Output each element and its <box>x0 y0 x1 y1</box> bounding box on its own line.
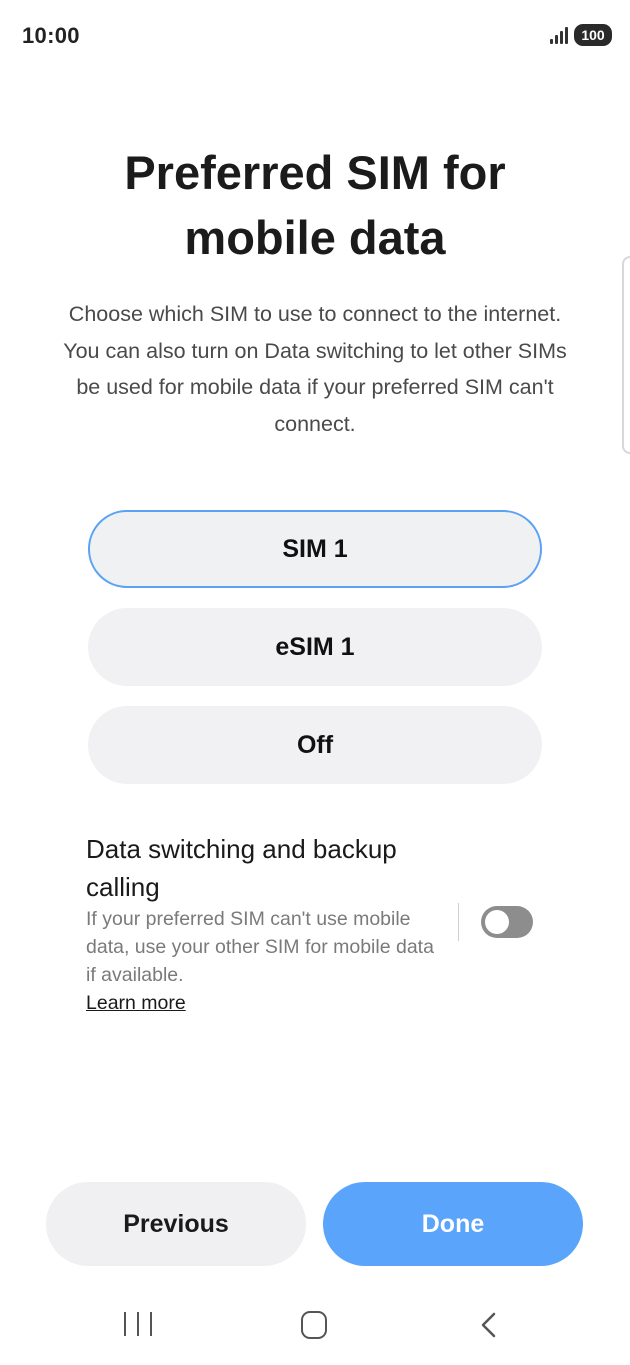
page-description: Choose which SIM to use to connect to th… <box>63 302 567 436</box>
option-off[interactable]: Off <box>88 706 542 784</box>
back-icon[interactable] <box>478 1312 502 1338</box>
option-label: eSIM 1 <box>275 632 355 661</box>
battery-icon: 100 <box>574 24 612 46</box>
recents-icon[interactable] <box>124 1312 152 1338</box>
signal-icon <box>550 26 568 44</box>
page-title: Preferred SIM for mobile data <box>124 146 506 264</box>
learn-more-link[interactable]: Learn more <box>86 989 186 1017</box>
status-bar: 10:00 100 <box>0 0 630 72</box>
previous-button[interactable]: Previous <box>46 1182 306 1266</box>
setting-divider <box>458 903 459 941</box>
status-time: 10:00 <box>22 23 80 48</box>
option-esim-1[interactable]: eSIM 1 <box>88 608 542 686</box>
previous-button-label: Previous <box>123 1209 229 1238</box>
option-label: SIM 1 <box>282 534 348 563</box>
done-button[interactable]: Done <box>323 1182 583 1266</box>
done-button-label: Done <box>421 1209 485 1238</box>
data-switching-toggle[interactable] <box>481 906 533 938</box>
navigation-bar <box>0 1290 630 1365</box>
home-icon[interactable] <box>301 1311 327 1339</box>
data-switching-description: If your preferred SIM can't use mobile d… <box>86 908 434 986</box>
option-sim-1[interactable]: SIM 1 <box>88 510 542 588</box>
data-switching-title: Data switching and backup calling <box>86 834 397 902</box>
scroll-indicator <box>622 256 630 454</box>
toggle-knob <box>485 910 509 934</box>
option-label: Off <box>296 730 334 759</box>
status-icons: 100 <box>550 24 612 46</box>
